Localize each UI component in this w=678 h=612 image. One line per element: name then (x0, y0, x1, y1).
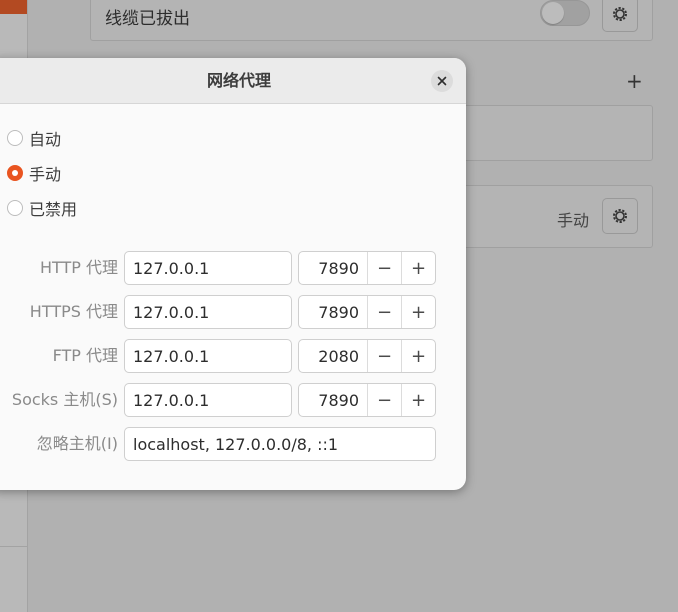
ftp-host-input[interactable] (124, 339, 292, 373)
socks-host-label: Socks 主机(S) (11, 390, 118, 409)
ftp-port-spinner: − + (298, 339, 436, 373)
mode-auto-label: 自动 (29, 130, 62, 149)
https-port-input[interactable] (299, 296, 367, 328)
sidebar-selected-item[interactable] (0, 0, 27, 14)
ignore-hosts-label: 忽略主机(I) (36, 434, 118, 453)
http-port-input[interactable] (299, 252, 367, 284)
ftp-port-decrement-button[interactable]: − (367, 340, 401, 372)
https-port-decrement-button[interactable]: − (367, 296, 401, 328)
http-port-spinner: − + (298, 251, 436, 285)
mode-disabled-radio[interactable]: 已禁用 (7, 197, 77, 219)
https-host-input[interactable] (124, 295, 292, 329)
mode-manual-radio[interactable]: 手动 (7, 162, 61, 184)
mode-manual-label: 手动 (29, 165, 62, 184)
ftp-port-input[interactable] (299, 340, 367, 372)
dialog-header: 网络代理 (0, 58, 466, 104)
wired-toggle[interactable] (540, 0, 590, 26)
proxy-settings-button[interactable] (602, 198, 638, 234)
gear-icon (613, 7, 627, 21)
sidebar-divider (0, 546, 27, 547)
plus-icon[interactable]: + (626, 71, 643, 91)
wired-settings-button[interactable] (602, 0, 638, 32)
ignore-hosts-input[interactable] (124, 427, 436, 461)
http-port-decrement-button[interactable]: − (367, 252, 401, 284)
https-port-spinner: − + (298, 295, 436, 329)
http-host-input[interactable] (124, 251, 292, 285)
radio-indicator[interactable] (7, 130, 23, 146)
ftp-proxy-label: FTP 代理 (52, 346, 118, 365)
proxy-status-label: 手动 (557, 211, 590, 230)
socks-host-input[interactable] (124, 383, 292, 417)
mode-disabled-label: 已禁用 (29, 200, 78, 219)
https-port-increment-button[interactable]: + (401, 296, 435, 328)
socks-port-input[interactable] (299, 384, 367, 416)
socks-port-spinner: − + (298, 383, 436, 417)
radio-indicator-checked[interactable] (7, 165, 23, 181)
http-port-increment-button[interactable]: + (401, 252, 435, 284)
socks-port-decrement-button[interactable]: − (367, 384, 401, 416)
ftp-port-increment-button[interactable]: + (401, 340, 435, 372)
wired-status-label: 线缆已拔出 (105, 9, 190, 29)
socks-port-increment-button[interactable]: + (401, 384, 435, 416)
dialog-title: 网络代理 (206, 71, 271, 90)
gear-icon (613, 209, 627, 223)
network-proxy-dialog: 网络代理 自动 手动 已禁用 HTTP 代理 − + HTTPS 代理 − + … (0, 58, 466, 490)
radio-indicator[interactable] (7, 200, 23, 216)
http-proxy-label: HTTP 代理 (39, 258, 118, 277)
close-button[interactable] (431, 70, 453, 92)
mode-auto-radio[interactable]: 自动 (7, 127, 61, 149)
https-proxy-label: HTTPS 代理 (29, 302, 118, 321)
close-icon (437, 76, 447, 86)
